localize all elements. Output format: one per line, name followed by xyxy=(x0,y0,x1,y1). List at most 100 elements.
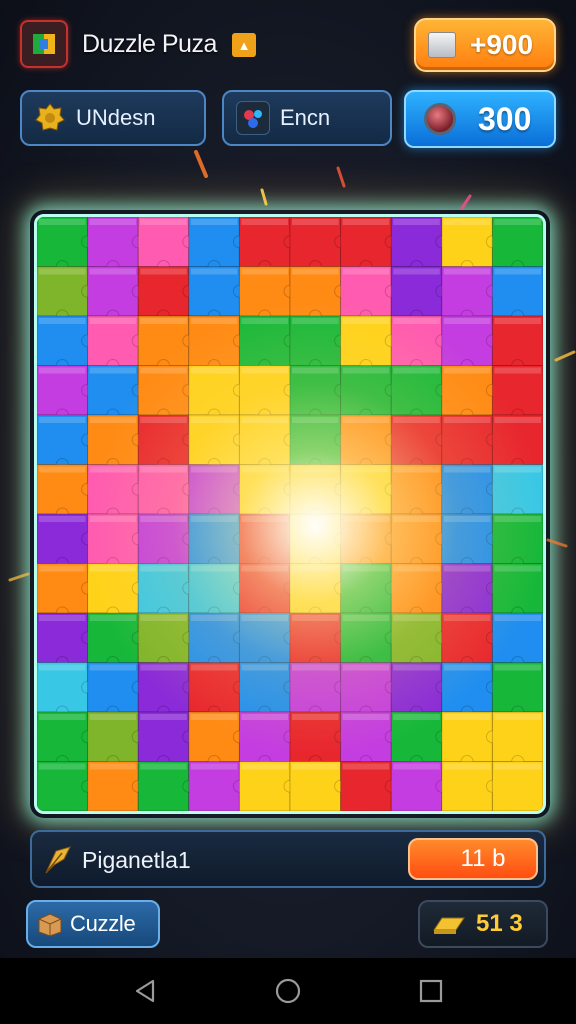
puzzle-piece[interactable] xyxy=(188,464,246,521)
puzzle-piece[interactable] xyxy=(491,464,543,521)
puzzle-piece[interactable] xyxy=(37,266,95,323)
puzzle-piece[interactable] xyxy=(491,563,543,620)
puzzle-piece[interactable] xyxy=(37,761,95,812)
puzzle-piece[interactable] xyxy=(491,513,543,570)
puzzle-piece[interactable] xyxy=(188,315,246,372)
puzzle-piece[interactable] xyxy=(289,761,348,812)
puzzle-piece[interactable] xyxy=(289,464,348,521)
puzzle-piece[interactable] xyxy=(390,711,449,768)
puzzle-piece[interactable] xyxy=(137,414,196,471)
puzzle-piece[interactable] xyxy=(188,266,246,323)
puzzle-piece[interactable] xyxy=(188,662,246,719)
puzzle-piece[interactable] xyxy=(238,761,297,812)
puzzle-piece[interactable] xyxy=(137,711,196,768)
app-icon-button[interactable] xyxy=(20,20,68,68)
puzzle-piece[interactable] xyxy=(137,365,196,422)
level-button[interactable]: 11 b xyxy=(408,838,538,880)
puzzle-piece[interactable] xyxy=(441,217,499,273)
puzzle-piece[interactable] xyxy=(188,761,246,812)
puzzle-piece[interactable] xyxy=(238,266,297,323)
puzzle-piece[interactable] xyxy=(238,464,297,521)
puzzle-piece[interactable] xyxy=(37,513,95,570)
puzzle-piece[interactable] xyxy=(37,414,95,471)
puzzle-piece[interactable] xyxy=(37,464,95,521)
puzzle-piece[interactable] xyxy=(37,563,95,620)
puzzle-piece[interactable] xyxy=(87,464,145,521)
puzzle-piece[interactable] xyxy=(137,217,196,273)
puzzle-piece[interactable] xyxy=(340,563,398,620)
puzzle-piece[interactable] xyxy=(390,513,449,570)
puzzle-piece[interactable] xyxy=(137,612,196,669)
puzzle-piece[interactable] xyxy=(441,315,499,372)
puzzle-piece[interactable] xyxy=(289,315,348,372)
puzzle-piece[interactable] xyxy=(188,513,246,570)
puzzle-piece[interactable] xyxy=(137,513,196,570)
puzzle-piece[interactable] xyxy=(491,266,543,323)
puzzle-piece[interactable] xyxy=(37,612,95,669)
puzzle-piece[interactable] xyxy=(289,365,348,422)
puzzle-piece[interactable] xyxy=(238,612,297,669)
puzzle-piece[interactable] xyxy=(137,563,196,620)
puzzle-piece[interactable] xyxy=(87,414,145,471)
coin-counter-button[interactable]: +900 xyxy=(414,18,556,72)
puzzle-piece[interactable] xyxy=(289,513,348,570)
puzzle-piece[interactable] xyxy=(87,761,145,812)
puzzle-piece[interactable] xyxy=(238,365,297,422)
puzzle-piece[interactable] xyxy=(87,365,145,422)
puzzle-piece[interactable] xyxy=(441,266,499,323)
puzzle-piece[interactable] xyxy=(491,711,543,768)
puzzle-piece[interactable] xyxy=(188,217,246,273)
puzzle-piece[interactable] xyxy=(188,365,246,422)
puzzle-piece[interactable] xyxy=(289,217,348,273)
puzzle-piece[interactable] xyxy=(390,761,449,812)
puzzle-piece[interactable] xyxy=(491,315,543,372)
puzzle-piece[interactable] xyxy=(188,414,246,471)
puzzle-piece[interactable] xyxy=(441,761,499,812)
puzzle-piece[interactable] xyxy=(491,414,543,471)
puzzle-piece[interactable] xyxy=(491,365,543,422)
puzzle-piece[interactable] xyxy=(238,414,297,471)
enchant-button[interactable]: Encn xyxy=(222,90,392,146)
puzzle-piece[interactable] xyxy=(340,711,398,768)
puzzle-piece[interactable] xyxy=(137,662,196,719)
puzzle-piece[interactable] xyxy=(441,711,499,768)
puzzle-piece[interactable] xyxy=(340,414,398,471)
recent-apps-icon[interactable] xyxy=(416,976,446,1006)
puzzle-piece[interactable] xyxy=(390,414,449,471)
puzzle-piece[interactable] xyxy=(289,612,348,669)
puzzle-piece[interactable] xyxy=(390,266,449,323)
puzzle-piece[interactable] xyxy=(491,761,543,812)
puzzle-piece[interactable] xyxy=(491,217,543,273)
puzzle-piece[interactable] xyxy=(137,761,196,812)
puzzle-piece[interactable] xyxy=(340,612,398,669)
puzzle-piece[interactable] xyxy=(137,266,196,323)
puzzle-piece[interactable] xyxy=(441,612,499,669)
puzzle-piece[interactable] xyxy=(441,662,499,719)
puzzle-piece[interactable] xyxy=(37,217,95,273)
puzzle-piece[interactable] xyxy=(87,711,145,768)
puzzle-piece[interactable] xyxy=(441,365,499,422)
puzzle-piece[interactable] xyxy=(390,217,449,273)
score-button[interactable]: 300 xyxy=(404,90,556,148)
puzzle-piece[interactable] xyxy=(340,217,398,273)
puzzle-piece[interactable] xyxy=(238,563,297,620)
puzzle-piece[interactable] xyxy=(390,315,449,372)
puzzle-piece[interactable] xyxy=(87,563,145,620)
puzzle-piece[interactable] xyxy=(238,711,297,768)
puzzle-piece[interactable] xyxy=(238,217,297,273)
puzzle-piece[interactable] xyxy=(390,365,449,422)
puzzle-piece[interactable] xyxy=(390,662,449,719)
puzzle-piece[interactable] xyxy=(37,365,95,422)
puzzle-piece[interactable] xyxy=(441,464,499,521)
puzzle-piece[interactable] xyxy=(491,612,543,669)
puzzle-piece[interactable] xyxy=(390,464,449,521)
gold-counter[interactable]: 51 3 xyxy=(418,900,548,948)
puzzle-piece[interactable] xyxy=(87,612,145,669)
puzzle-piece[interactable] xyxy=(340,662,398,719)
puzzle-piece[interactable] xyxy=(340,513,398,570)
puzzle-piece[interactable] xyxy=(137,464,196,521)
puzzle-piece[interactable] xyxy=(340,464,398,521)
puzzle-piece[interactable] xyxy=(87,315,145,372)
puzzle-piece[interactable] xyxy=(441,563,499,620)
puzzle-piece[interactable] xyxy=(289,662,348,719)
